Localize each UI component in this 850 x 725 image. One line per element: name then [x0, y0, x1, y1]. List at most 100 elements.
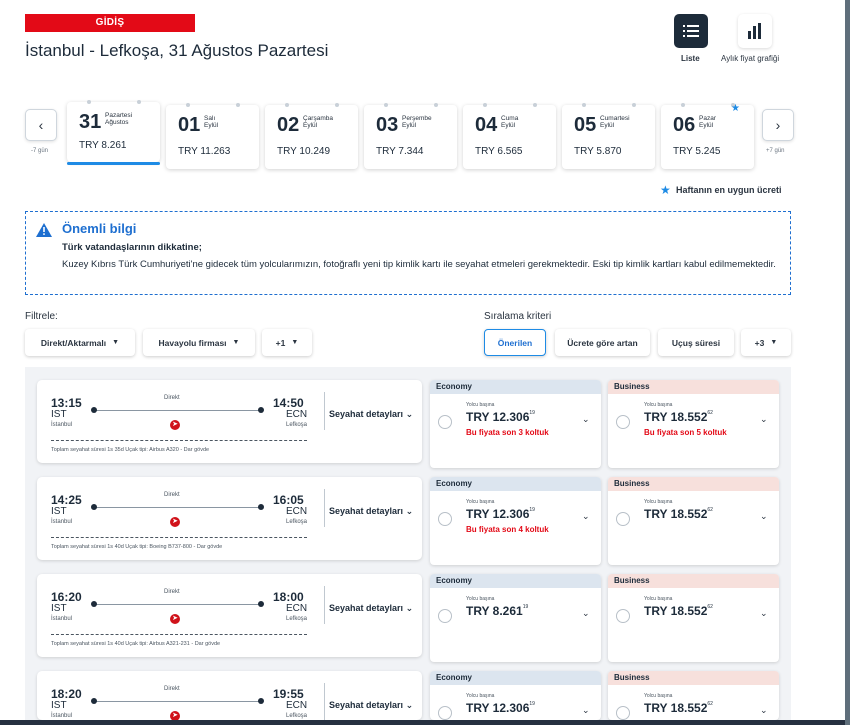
chevron-down-icon: ⌄	[405, 603, 414, 613]
fare-class-label: Business	[608, 574, 779, 588]
next-week-button[interactable]: ›	[762, 109, 794, 141]
date-card-06-sep[interactable]: 06 Pazar Eylül TRY 5.245	[661, 103, 754, 169]
fare-radio[interactable]	[616, 706, 630, 720]
sort-price-button[interactable]: Ücrete göre artan	[555, 329, 650, 356]
fare-class-label: Economy	[430, 477, 601, 491]
taskbar-edge	[0, 720, 845, 725]
date-card-05-sep[interactable]: 05 Cumartesi Eylül TRY 5.870	[562, 103, 655, 169]
date-weekday: Salı Eylül	[204, 115, 219, 129]
chevron-down-icon[interactable]: ⌄	[582, 608, 590, 619]
date-weekday: Çarşamba Eylül	[303, 115, 333, 129]
fare-radio[interactable]	[616, 512, 630, 526]
departure-time: 13:15	[51, 396, 82, 410]
monthly-chart-button[interactable]	[738, 14, 772, 48]
route-line	[93, 507, 260, 508]
date-day: 02	[277, 114, 300, 136]
date-card-01-sep[interactable]: 01 Salı Eylül TRY 11.263	[166, 103, 259, 169]
fare-price: TRY 12.30619	[466, 410, 535, 424]
business-fare-option[interactable]: Business Yolcu başına TRY 18.55262 ⌄	[608, 671, 779, 720]
date-card-03-sep[interactable]: 03 Perşembe Eylül TRY 7.344	[364, 103, 457, 169]
best-price-star-icon: ★	[731, 103, 740, 114]
chevron-down-icon[interactable]: ⌄	[582, 414, 590, 425]
date-day: 06	[673, 114, 696, 136]
date-day: 04	[475, 114, 498, 136]
date-price: TRY 6.565	[475, 146, 523, 157]
more-filters-button[interactable]: +1 ▼	[262, 329, 312, 356]
seats-left-warning: Bu fiyata son 4 koltuk	[466, 525, 549, 534]
arrival-city: Lefkoşa	[286, 713, 308, 719]
direction-badge: GİDİŞ	[25, 14, 195, 32]
warning-icon	[36, 223, 52, 237]
airline-filter[interactable]: Havayolu firması ▼	[143, 329, 255, 356]
arrival-time: 14:50	[273, 396, 304, 410]
direct-label: Direkt	[164, 589, 180, 595]
date-day: 31	[79, 111, 102, 133]
date-card-02-sep[interactable]: 02 Çarşamba Eylül TRY 10.249	[265, 103, 358, 169]
economy-fare-option[interactable]: Economy Yolcu başına TRY 12.30619 ⌄	[430, 671, 601, 720]
chevron-down-icon[interactable]: ⌄	[760, 705, 768, 716]
fare-radio[interactable]	[438, 706, 452, 720]
date-card-04-sep[interactable]: 04 Cuma Eylül TRY 6.565	[463, 103, 556, 169]
departure-city: İstanbul	[51, 422, 73, 428]
date-weekday: Pazartesi Ağustos	[105, 112, 133, 126]
list-view-button[interactable]	[674, 14, 708, 48]
route-line	[93, 410, 260, 411]
flight-card[interactable]: 16:20 IST İstanbul Direkt ➤ 18:00 ECN Le…	[37, 574, 422, 657]
direct-transfer-filter[interactable]: Direkt/Aktarmalı ▼	[25, 329, 135, 356]
route-line	[93, 604, 260, 605]
date-price: TRY 5.870	[574, 146, 622, 157]
per-passenger-label: Yolcu başına	[644, 402, 673, 408]
departure-city: İstanbul	[51, 519, 73, 525]
window-edge	[845, 0, 850, 725]
airline-logo-icon: ➤	[170, 614, 180, 624]
sort-duration-button[interactable]: Uçuş süresi	[658, 329, 734, 356]
fare-class-label: Economy	[430, 574, 601, 588]
fare-radio[interactable]	[616, 609, 630, 623]
travel-details-button[interactable]: Seyahat detayları ⌄	[329, 506, 413, 517]
bar-chart-icon	[748, 23, 761, 39]
arrival-city: Lefkoşa	[286, 519, 308, 525]
flight-card[interactable]: 18:20 IST İstanbul Direkt ➤ 19:55 ECN Le…	[37, 671, 422, 720]
fare-radio[interactable]	[438, 415, 452, 429]
arrival-time: 18:00	[273, 590, 304, 604]
more-sort-button[interactable]: +3 ▼	[741, 329, 791, 356]
departure-code: IST	[51, 409, 67, 420]
direct-label: Direkt	[164, 395, 180, 401]
prev-week-button[interactable]: ‹	[25, 109, 57, 141]
date-price: TRY 5.245	[673, 146, 721, 157]
fare-class-label: Economy	[430, 380, 601, 394]
economy-fare-option[interactable]: Economy Yolcu başına TRY 12.30619 Bu fiy…	[430, 380, 601, 468]
flight-card[interactable]: 13:15 IST İstanbul Direkt ➤ 14:50 ECN Le…	[37, 380, 422, 463]
list-view-label: Liste	[681, 54, 700, 63]
business-fare-option[interactable]: Business Yolcu başına TRY 18.55262 Bu fi…	[608, 380, 779, 468]
per-passenger-label: Yolcu başına	[644, 693, 673, 699]
arrival-time: 19:55	[273, 687, 304, 701]
chevron-down-icon[interactable]: ⌄	[760, 511, 768, 522]
flight-card[interactable]: 14:25 IST İstanbul Direkt ➤ 16:05 ECN Le…	[37, 477, 422, 560]
fare-radio[interactable]	[616, 415, 630, 429]
business-fare-option[interactable]: Business Yolcu başına TRY 18.55262 ⌄	[608, 477, 779, 565]
travel-details-button[interactable]: Seyahat detayları ⌄	[329, 700, 413, 711]
caret-down-icon: ▼	[232, 339, 240, 346]
chevron-down-icon[interactable]: ⌄	[760, 608, 768, 619]
departure-city: İstanbul	[51, 616, 73, 622]
info-title: Önemli bilgi	[62, 221, 137, 236]
date-card-31-aug[interactable]: 31 Pazartesi Ağustos TRY 8.261	[67, 100, 160, 165]
fare-class-label: Business	[608, 477, 779, 491]
economy-fare-option[interactable]: Economy Yolcu başına TRY 12.30619 Bu fiy…	[430, 477, 601, 565]
prev-week-label: -7 gün	[31, 148, 49, 154]
flight-meta: Toplam seyahat süresi 1s 40d Uçak tipi: …	[51, 544, 223, 550]
chevron-down-icon[interactable]: ⌄	[582, 705, 590, 716]
travel-details-button[interactable]: Seyahat detayları ⌄	[329, 603, 413, 614]
sort-label: Sıralama kriteri	[484, 311, 552, 322]
economy-fare-option[interactable]: Economy Yolcu başına TRY 8.26119 ⌄	[430, 574, 601, 662]
business-fare-option[interactable]: Business Yolcu başına TRY 18.55262 ⌄	[608, 574, 779, 662]
list-icon	[683, 25, 699, 37]
sort-recommended-button[interactable]: Önerilen	[484, 329, 546, 356]
travel-details-button[interactable]: Seyahat detayları ⌄	[329, 409, 413, 420]
chevron-down-icon[interactable]: ⌄	[760, 414, 768, 425]
chevron-down-icon[interactable]: ⌄	[582, 511, 590, 522]
departure-code: IST	[51, 506, 67, 517]
fare-radio[interactable]	[438, 609, 452, 623]
fare-radio[interactable]	[438, 512, 452, 526]
